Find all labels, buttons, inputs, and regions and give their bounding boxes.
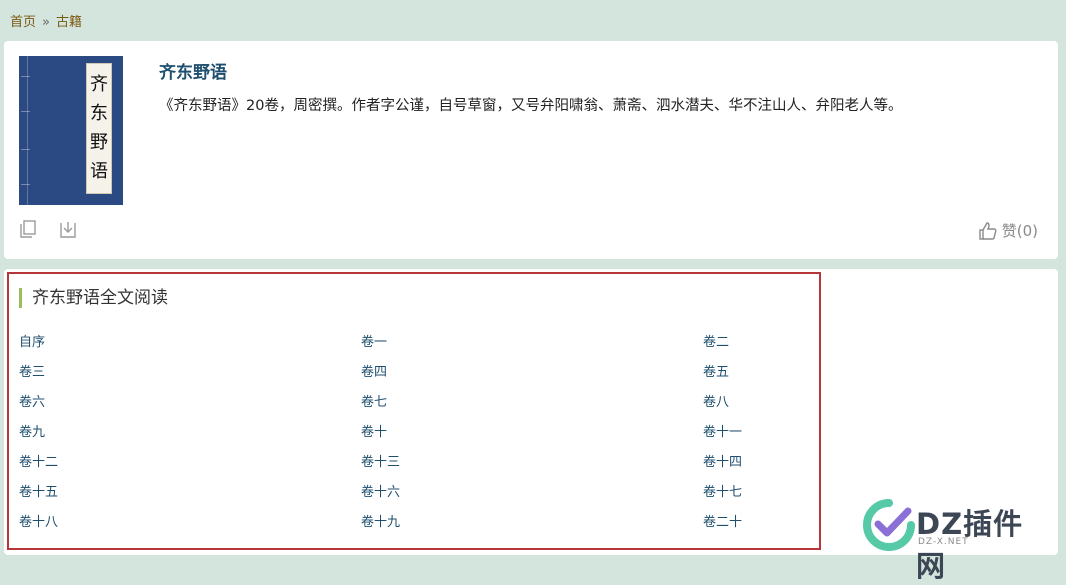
chapter-link[interactable]: 卷二 <box>703 328 779 358</box>
chapter-link[interactable]: 卷十六 <box>361 478 703 508</box>
cover-char: 东 <box>90 102 108 124</box>
chapter-link[interactable]: 卷九 <box>19 418 361 448</box>
download-icon[interactable] <box>58 219 78 239</box>
toc-heading: 齐东野语全文阅读 <box>19 288 168 308</box>
chapter-link[interactable]: 卷十七 <box>703 478 779 508</box>
book-title[interactable]: 齐东野语 <box>159 58 227 83</box>
chapter-link[interactable]: 卷八 <box>703 388 779 418</box>
copy-icon[interactable] <box>18 219 38 239</box>
chapter-link[interactable]: 卷二十 <box>703 508 779 538</box>
breadcrumb-current[interactable]: 古籍 <box>56 15 82 30</box>
book-description: 《齐东野语》20卷，周密撰。作者字公谨，自号草窗，又号弁阳啸翁、萧斋、泗水潜夫、… <box>159 98 903 114</box>
watermark-subtext: DZ-X.NET <box>918 537 969 547</box>
like-button[interactable]: 赞(0) <box>978 220 1038 241</box>
chapter-link[interactable]: 卷十 <box>361 418 703 448</box>
chapter-link[interactable]: 卷十五 <box>19 478 361 508</box>
thumbs-up-icon <box>979 221 997 240</box>
chapter-link[interactable]: 卷十八 <box>19 508 361 538</box>
cover-char: 齐 <box>90 73 108 95</box>
cover-char: 野 <box>90 132 108 154</box>
chapter-link[interactable]: 自序 <box>19 328 361 358</box>
cover-label: 齐 东 野 语 <box>86 63 112 194</box>
chapter-link[interactable]: 卷十九 <box>361 508 703 538</box>
watermark-logo-icon <box>863 499 915 551</box>
breadcrumb-home[interactable]: 首页 <box>10 15 36 30</box>
breadcrumb-separator: » <box>42 15 50 30</box>
like-count: 赞(0) <box>1001 222 1038 240</box>
chapter-link[interactable]: 卷一 <box>361 328 703 358</box>
chapter-link[interactable]: 卷四 <box>361 358 703 388</box>
chapter-list: 自序 卷一 卷二 卷三 卷四 卷五 卷六 卷七 卷八 卷九 卷十 卷十一 卷十二… <box>19 328 779 538</box>
chapter-link[interactable]: 卷五 <box>703 358 779 388</box>
chapter-link[interactable]: 卷十四 <box>703 448 779 478</box>
chapter-link[interactable]: 卷十三 <box>361 448 703 478</box>
chapter-link[interactable]: 卷十一 <box>703 418 779 448</box>
chapter-link[interactable]: 卷七 <box>361 388 703 418</box>
book-cover[interactable]: 齐 东 野 语 <box>19 56 123 205</box>
breadcrumb: 首页 » 古籍 <box>10 11 82 30</box>
book-card: 齐 东 野 语 齐东野语 《齐东野语》20卷，周密撰。作者字公谨，自号草窗，又号… <box>4 41 1058 259</box>
chapter-link[interactable]: 卷十二 <box>19 448 361 478</box>
chapter-link[interactable]: 卷三 <box>19 358 361 388</box>
chapter-link[interactable]: 卷六 <box>19 388 361 418</box>
watermark: DZ插件网 DZ-X.NET <box>862 497 1052 583</box>
cover-char: 语 <box>90 161 108 183</box>
